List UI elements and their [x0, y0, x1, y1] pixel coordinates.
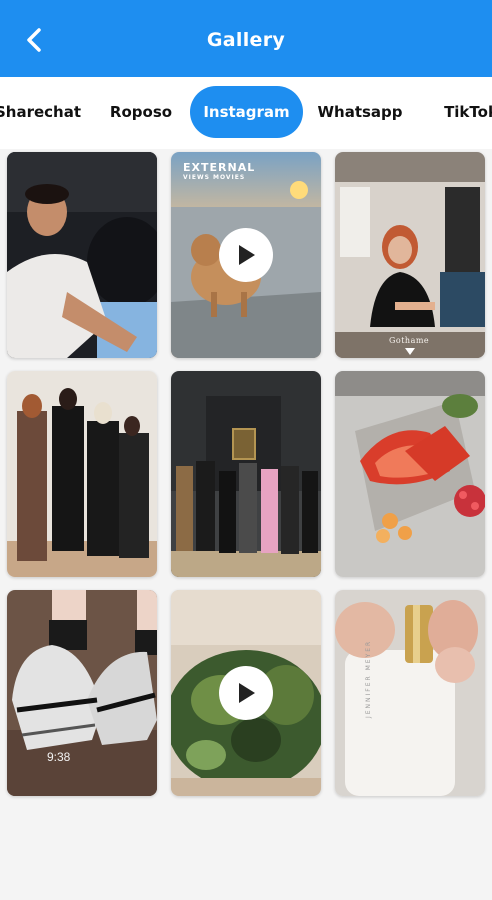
play-button[interactable] — [219, 228, 273, 282]
product-brand-label: JENNIFER MEYER — [365, 639, 372, 718]
tab-tiktok[interactable]: TikTok — [436, 86, 492, 138]
tab-sharechat[interactable]: Sharechat — [0, 86, 88, 138]
tab-instagram[interactable]: Instagram — [190, 86, 303, 138]
video-timestamp: 9:38 — [47, 750, 71, 764]
media-thumbnail[interactable] — [171, 371, 321, 577]
media-thumbnail[interactable]: EXTERNAL VIEWS MOVIES — [171, 152, 321, 358]
overlay-text: EXTERNAL — [183, 161, 256, 174]
media-thumbnail[interactable]: 9:38 — [7, 590, 157, 796]
play-icon — [239, 683, 255, 703]
app-header: Gallery — [0, 0, 492, 77]
chevron-down-icon — [405, 348, 415, 355]
media-thumbnail[interactable] — [7, 371, 157, 577]
media-thumbnail[interactable] — [335, 371, 485, 577]
media-thumbnail[interactable]: Gothame — [335, 152, 485, 358]
media-thumbnail[interactable] — [171, 590, 321, 796]
photo-caption: Gothame — [389, 336, 430, 345]
tab-roposo[interactable]: Roposo — [103, 86, 179, 138]
play-icon — [239, 245, 255, 265]
play-button[interactable] — [219, 666, 273, 720]
media-thumbnail[interactable] — [7, 152, 157, 358]
page-title: Gallery — [206, 28, 286, 51]
tab-whatsapp[interactable]: Whatsapp — [314, 86, 406, 138]
overlay-text: VIEWS MOVIES — [183, 174, 246, 181]
media-thumbnail[interactable]: JENNIFER MEYER — [335, 590, 485, 796]
source-tabs: Sharechat Roposo Instagram Whatsapp TikT… — [0, 77, 492, 149]
